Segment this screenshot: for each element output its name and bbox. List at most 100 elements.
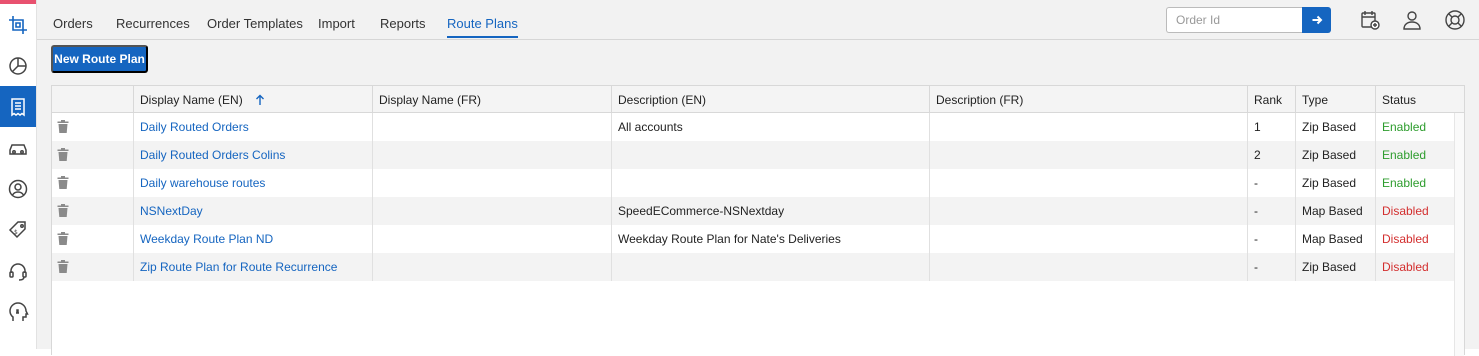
cell-type: Map Based <box>1295 197 1375 225</box>
tab-order-templates[interactable]: Order Templates <box>207 16 303 31</box>
table-row[interactable]: Daily warehouse routes - Zip Based Enabl… <box>52 169 1455 197</box>
top-navigation: Orders Recurrences Order Templates Impor… <box>37 0 1479 40</box>
route-plans-table: Display Name (EN) Display Name (FR) Desc… <box>51 85 1465 356</box>
sidebar-item-dashboard[interactable] <box>0 45 36 86</box>
crop-logo-icon <box>9 15 27 34</box>
cell-description-en: Weekday Route Plan for Nate's Deliveries <box>611 225 929 253</box>
cell-status: Disabled <box>1375 253 1455 281</box>
column-header-display-name-en[interactable]: Display Name (EN) <box>133 86 372 113</box>
trash-icon[interactable] <box>57 120 69 133</box>
tab-import[interactable]: Import <box>318 16 355 31</box>
price-tag-icon: $ <box>8 220 26 238</box>
user-circle-icon <box>8 179 28 198</box>
cell-rank: - <box>1247 169 1295 197</box>
sidebar-item-automation[interactable] <box>0 291 36 332</box>
cell-description-fr <box>929 197 1247 225</box>
cell-description-fr <box>929 113 1247 141</box>
tab-route-plans[interactable]: Route Plans <box>447 16 518 38</box>
table-scrollbar[interactable] <box>1454 113 1464 356</box>
trash-icon[interactable] <box>57 204 69 217</box>
cell-type: Zip Based <box>1295 113 1375 141</box>
lifebuoy-icon[interactable] <box>1444 9 1466 31</box>
user-icon[interactable] <box>1401 9 1423 31</box>
cell-description-en <box>611 169 929 197</box>
sidebar-item-users[interactable] <box>0 168 36 209</box>
table-row[interactable]: Daily Routed Orders Colins 2 Zip Based E… <box>52 141 1455 169</box>
cell-display-name-fr <box>372 225 611 253</box>
cell-status: Disabled <box>1375 197 1455 225</box>
sidebar-item-vehicles[interactable] <box>0 127 36 168</box>
cell-status: Enabled <box>1375 141 1455 169</box>
cell-description-en <box>611 253 929 281</box>
cell-display-name-fr <box>372 253 611 281</box>
cell-type: Zip Based <box>1295 169 1375 197</box>
cell-display-name-en[interactable]: Zip Route Plan for Route Recurrence <box>133 253 372 281</box>
cell-type: Map Based <box>1295 225 1375 253</box>
cell-display-name-fr <box>372 113 611 141</box>
cell-rank: - <box>1247 225 1295 253</box>
column-header-description-fr[interactable]: Description (FR) <box>929 86 1247 113</box>
sort-ascending-icon <box>255 94 264 105</box>
cell-display-name-en[interactable]: Daily warehouse routes <box>133 169 372 197</box>
tab-recurrences[interactable]: Recurrences <box>116 16 190 31</box>
column-header-type[interactable]: Type <box>1295 86 1375 113</box>
cell-type: Zip Based <box>1295 141 1375 169</box>
column-header-status[interactable]: Status <box>1375 86 1455 113</box>
cell-description-en <box>611 141 929 169</box>
cell-description-fr <box>929 225 1247 253</box>
cell-description-fr <box>929 169 1247 197</box>
trash-icon[interactable] <box>57 148 69 161</box>
pie-chart-icon <box>9 56 27 75</box>
head-gears-icon <box>9 301 29 321</box>
calendar-add-icon[interactable] <box>1359 9 1381 31</box>
sidebar-item-logo[interactable] <box>0 4 36 45</box>
cell-status: Enabled <box>1375 113 1455 141</box>
trash-icon[interactable] <box>57 176 69 189</box>
sidebar: $ <box>0 0 37 349</box>
column-header-label: Display Name (EN) <box>140 92 243 107</box>
trash-icon[interactable] <box>57 232 69 245</box>
table-row[interactable]: NSNextDay SpeedECommerce-NSNextday - Map… <box>52 197 1455 225</box>
cell-display-name-en[interactable]: Weekday Route Plan ND <box>133 225 372 253</box>
car-icon <box>9 143 27 155</box>
cell-description-fr <box>929 253 1247 281</box>
cell-display-name-fr <box>372 141 611 169</box>
cell-description-fr <box>929 141 1247 169</box>
cell-status: Enabled <box>1375 169 1455 197</box>
cell-display-name-fr <box>372 169 611 197</box>
tab-reports[interactable]: Reports <box>380 16 426 31</box>
receipt-icon <box>11 97 25 116</box>
table-row[interactable]: Zip Route Plan for Route Recurrence - Zi… <box>52 253 1455 281</box>
sidebar-item-support[interactable] <box>0 250 36 291</box>
order-id-search-input[interactable] <box>1166 7 1303 33</box>
tab-orders[interactable]: Orders <box>53 16 93 31</box>
content-area: New Route Plan Display Name (EN) Display… <box>51 40 1479 356</box>
trash-icon[interactable] <box>57 260 69 273</box>
cell-description-en: All accounts <box>611 113 929 141</box>
headset-icon <box>9 262 27 281</box>
cell-type: Zip Based <box>1295 253 1375 281</box>
search-submit-button[interactable] <box>1302 7 1331 33</box>
cell-display-name-en[interactable]: Daily Routed Orders <box>133 113 372 141</box>
cell-rank: - <box>1247 253 1295 281</box>
column-header-description-en[interactable]: Description (EN) <box>611 86 929 113</box>
column-header-rank[interactable]: Rank <box>1247 86 1295 113</box>
cell-rank: 1 <box>1247 113 1295 141</box>
column-header-actions <box>52 86 133 113</box>
table-row[interactable]: Weekday Route Plan ND Weekday Route Plan… <box>52 225 1455 253</box>
cell-display-name-en[interactable]: Daily Routed Orders Colins <box>133 141 372 169</box>
cell-rank: - <box>1247 197 1295 225</box>
cell-rank: 2 <box>1247 141 1295 169</box>
column-header-display-name-fr[interactable]: Display Name (FR) <box>372 86 611 113</box>
cell-description-en: SpeedECommerce-NSNextday <box>611 197 929 225</box>
table-header: Display Name (EN) Display Name (FR) Desc… <box>52 86 1464 113</box>
main-area: Orders Recurrences Order Templates Impor… <box>37 0 1479 356</box>
table-row[interactable]: Daily Routed Orders All accounts 1 Zip B… <box>52 113 1455 141</box>
svg-text:$: $ <box>14 229 18 236</box>
cell-display-name-fr <box>372 197 611 225</box>
new-route-plan-button[interactable]: New Route Plan <box>51 45 148 73</box>
sidebar-item-orders[interactable] <box>0 86 36 127</box>
sidebar-item-pricing[interactable]: $ <box>0 209 36 250</box>
cell-display-name-en[interactable]: NSNextDay <box>133 197 372 225</box>
cell-status: Disabled <box>1375 225 1455 253</box>
